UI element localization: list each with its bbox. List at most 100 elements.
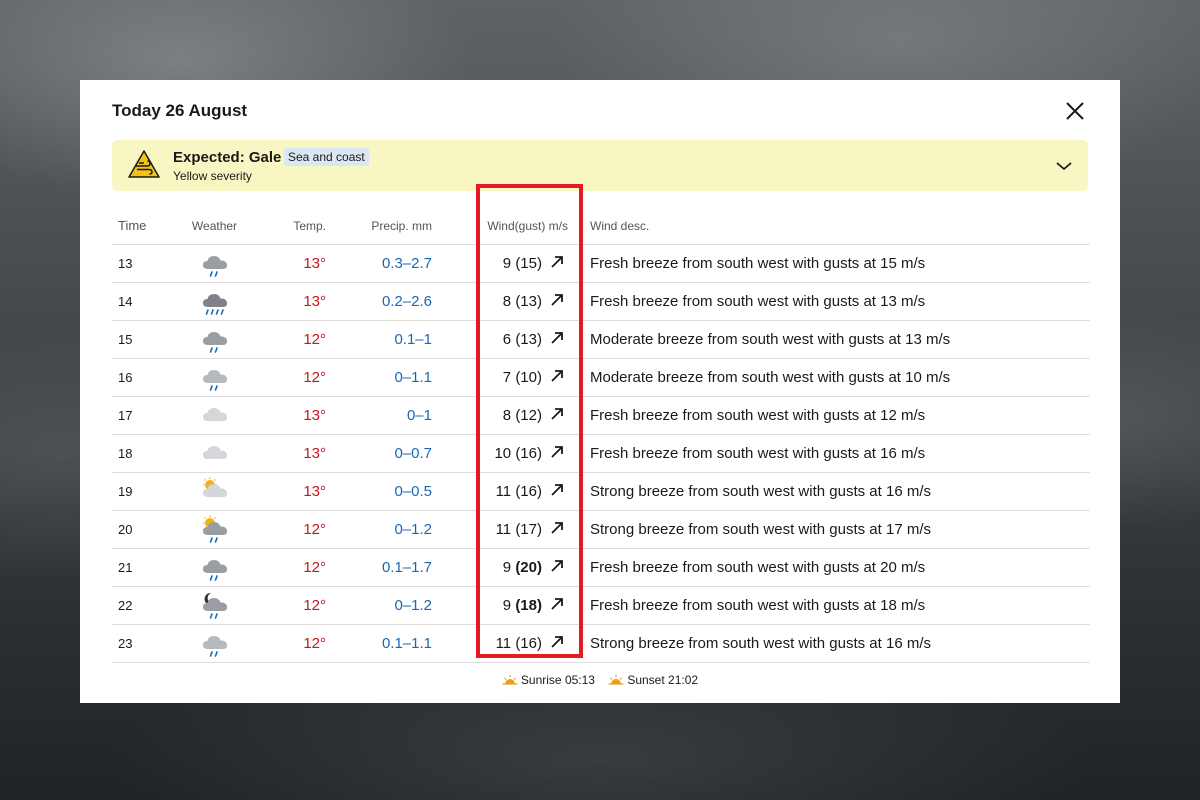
hourly-forecast-table: Time Weather Temp. Precip. mm Wind(gust)… (112, 208, 1090, 663)
header-temp: Temp. (247, 208, 332, 245)
wind-direction-arrow-icon (551, 293, 563, 306)
precipitation-cell: 0–0.7 (332, 434, 438, 473)
table-row: 22 12° 0–1.2 9 (18) Fresh breeze from south … (112, 586, 1090, 625)
wind-description-cell: Moderate breeze from south west with gus… (578, 358, 1090, 397)
forecast-panel: Today 26 August Expected: Gale Sea and c… (80, 80, 1120, 703)
weather-cell (182, 396, 247, 435)
temperature-cell: 12° (247, 510, 332, 549)
chevron-down-icon[interactable] (1054, 156, 1074, 176)
wind-gust: (18) (515, 596, 542, 614)
hour-cell: 13 (112, 244, 182, 283)
wind-description-cell: Fresh breeze from south west with gusts … (578, 586, 1090, 625)
header-time: Time (112, 208, 182, 245)
temperature-cell: 12° (247, 358, 332, 397)
hour-cell: 19 (112, 472, 182, 511)
hour-cell: 21 (112, 548, 182, 587)
cloud-icon (202, 446, 227, 459)
weather-cell (182, 358, 247, 397)
wind-speed: 6 (502, 330, 512, 348)
wind-speed: 8 (502, 406, 512, 424)
close-icon (1066, 102, 1084, 120)
hour-cell: 15 (112, 320, 182, 359)
hour-cell: 20 (112, 510, 182, 549)
wind-cell: 10 (16) (438, 434, 578, 473)
sunset: Sunset 21:02 (608, 673, 698, 687)
wind-cell: 6 (13) (438, 320, 578, 359)
table-row: 23 12° 0.1–1.1 11 (16) Strong breeze from so… (112, 624, 1090, 663)
weather-warning-banner[interactable]: Expected: Gale Sea and coast Yellow seve… (112, 140, 1088, 191)
wind-warning-icon (128, 150, 160, 178)
temperature-cell: 12° (247, 320, 332, 359)
table-row: 16 12° 0–1.1 7 (10) Moderate breeze from sou… (112, 358, 1090, 397)
hour-cell: 16 (112, 358, 182, 397)
panel-header: Today 26 August (112, 92, 1088, 132)
hour-cell: 18 (112, 434, 182, 473)
wind-speed: 10 (494, 444, 512, 462)
sunrise: Sunrise 05:13 (502, 673, 595, 687)
wind-speed: 11 (495, 482, 512, 500)
wind-description-cell: Fresh breeze from south west with gusts … (578, 396, 1090, 435)
precipitation-cell: 0–1.2 (332, 586, 438, 625)
close-button[interactable] (1062, 98, 1088, 124)
precipitation-cell: 0.2–2.6 (332, 282, 438, 321)
wind-direction-arrow-icon (551, 255, 563, 268)
wind-direction-arrow-icon (551, 483, 563, 496)
light-rain-cloud-icon (202, 636, 227, 657)
precipitation-cell: 0.1–1 (332, 320, 438, 359)
warning-area-tag: Sea and coast (284, 148, 369, 166)
wind-direction-arrow-icon (551, 407, 563, 420)
weather-cell (182, 624, 247, 663)
wind-cell: 8 (12) (438, 396, 578, 435)
precipitation-cell: 0–1.2 (332, 510, 438, 549)
wind-gust: (10) (515, 368, 542, 386)
temperature-cell: 12° (247, 548, 332, 587)
heavy-rain-cloud-icon (202, 294, 227, 315)
sun-rain-cloud-icon (202, 515, 227, 543)
wind-cell: 9 (18) (438, 586, 578, 625)
precipitation-cell: 0–1 (332, 396, 438, 435)
wind-speed: 8 (502, 292, 512, 310)
wind-gust: (13) (515, 330, 542, 348)
sun-cloud-icon (202, 477, 227, 497)
precipitation-cell: 0.3–2.7 (332, 244, 438, 283)
wind-description-cell: Strong breeze from south west with gusts… (578, 510, 1090, 549)
wind-speed: 9 (502, 254, 512, 272)
wind-gust: (16) (515, 634, 542, 652)
table-row: 21 12° 0.1–1.7 9 (20) Fresh breeze from sout… (112, 548, 1090, 587)
wind-cell: 11 (16) (438, 472, 578, 511)
wind-description-cell: Fresh breeze from south west with gusts … (578, 244, 1090, 283)
warning-severity: Yellow severity (173, 169, 252, 183)
wind-description-cell: Fresh breeze from south west with gusts … (578, 434, 1090, 473)
weather-cell (182, 434, 247, 473)
wind-cell: 8 (13) (438, 282, 578, 321)
wind-gust: (12) (515, 406, 542, 424)
wind-gust: (15) (515, 254, 542, 272)
wind-direction-arrow-icon (551, 521, 563, 534)
table-row: 20 12° 0–1.2 11 (17) Strong breeze from sout… (112, 510, 1090, 549)
wind-description-cell: Fresh breeze from south west with gusts … (578, 548, 1090, 587)
light-rain-cloud-icon (202, 370, 227, 391)
wind-cell: 11 (16) (438, 624, 578, 663)
weather-cell (182, 282, 247, 321)
table-row: 14 13° 0.2–2.6 8 (13) Fresh breeze from sout… (112, 282, 1090, 321)
sunset-label: Sunset 21:02 (627, 673, 699, 687)
table-row: 17 13° 0–1 8 (12) Fresh breeze from south we… (112, 396, 1090, 435)
wind-description-cell: Fresh breeze from south west with gusts … (578, 282, 1090, 321)
wind-cell: 11 (17) (438, 510, 578, 549)
temperature-cell: 13° (247, 472, 332, 511)
panel-title: Today 26 August (112, 101, 248, 120)
temperature-cell: 13° (247, 244, 332, 283)
hour-cell: 22 (112, 586, 182, 625)
wind-cell: 9 (15) (438, 244, 578, 283)
wind-direction-arrow-icon (551, 445, 563, 458)
wind-speed: 7 (502, 368, 512, 386)
rain-cloud-icon (202, 560, 227, 581)
header-wind: Wind(gust) m/s (438, 208, 578, 245)
header-wind-desc: Wind desc. (578, 208, 1090, 245)
wind-cell: 7 (10) (438, 358, 578, 397)
temperature-cell: 13° (247, 396, 332, 435)
wind-direction-arrow-icon (551, 331, 563, 344)
weather-cell (182, 586, 247, 625)
temperature-cell: 13° (247, 434, 332, 473)
weather-cell (182, 320, 247, 359)
